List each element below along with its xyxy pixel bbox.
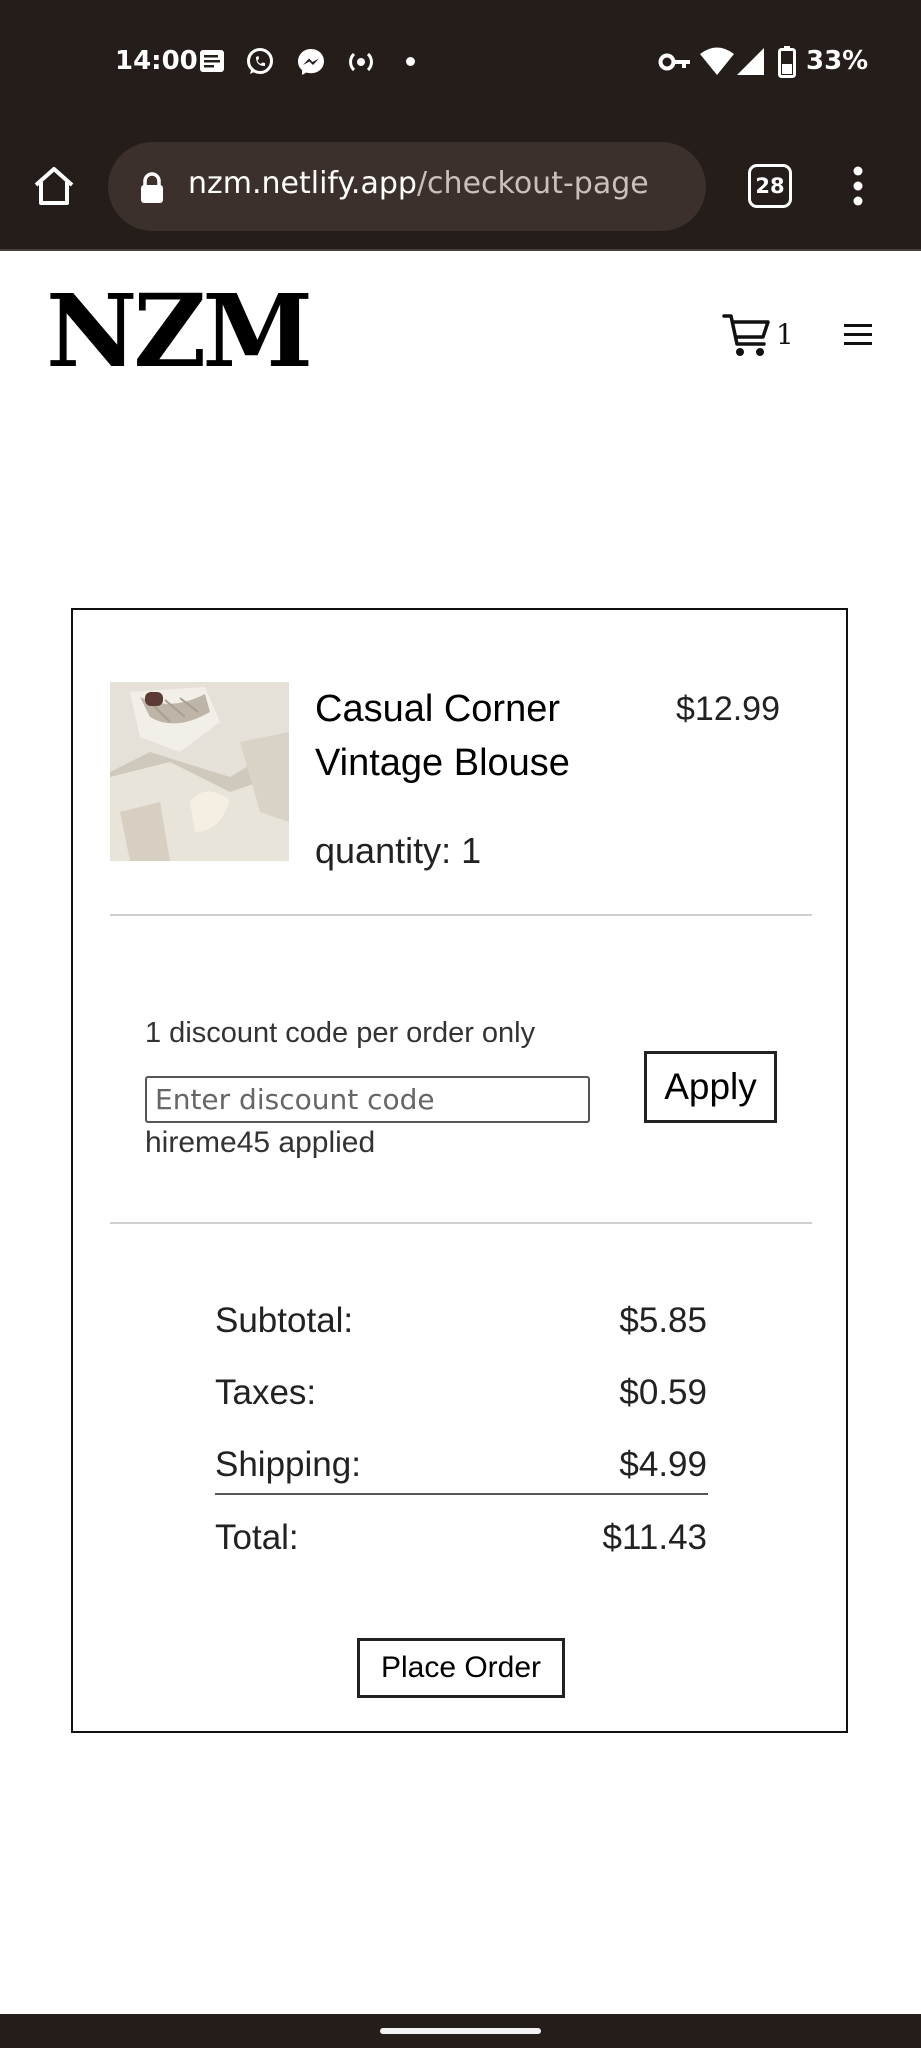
- product-quantity: quantity: 1: [315, 830, 482, 871]
- signal-icon: [734, 45, 766, 77]
- subtotal-value: $5.85: [619, 1301, 707, 1340]
- taxes-label: Taxes:: [215, 1373, 317, 1412]
- taxes-value: $0.59: [619, 1373, 707, 1412]
- home-icon[interactable]: [28, 160, 80, 212]
- product-name[interactable]: Casual Corner Vintage Blouse: [315, 682, 615, 790]
- shipping-value: $4.99: [619, 1445, 707, 1484]
- battery-icon: [777, 45, 797, 79]
- menu-icon[interactable]: [842, 320, 874, 350]
- discount-code-input[interactable]: [145, 1076, 590, 1123]
- url-text[interactable]: nzm.netlify.app/checkout-page: [188, 166, 649, 201]
- dot-icon: [406, 57, 415, 66]
- product-price: $12.99: [676, 690, 780, 728]
- shipping-label: Shipping:: [215, 1445, 361, 1484]
- discount-note: 1 discount code per order only: [145, 1017, 536, 1049]
- divider: [110, 1222, 812, 1224]
- total-label: Total:: [215, 1518, 299, 1557]
- product-image[interactable]: [110, 682, 289, 861]
- summary-divider: [215, 1493, 708, 1495]
- vpn-key-icon: [658, 50, 692, 74]
- total-value: $11.43: [602, 1518, 707, 1557]
- status-time: 14:00: [115, 46, 198, 76]
- messenger-icon: [295, 46, 327, 78]
- divider: [110, 914, 812, 916]
- discount-status: hireme45 applied: [145, 1126, 376, 1159]
- url-path: /checkout-page: [416, 166, 649, 201]
- apply-discount-button[interactable]: Apply: [644, 1051, 777, 1123]
- lock-icon: [138, 171, 166, 205]
- place-order-button[interactable]: Place Order: [357, 1638, 565, 1698]
- more-vert-icon[interactable]: [844, 164, 872, 208]
- chrome-divider: [0, 249, 921, 251]
- cart-icon[interactable]: [722, 310, 772, 360]
- url-domain: nzm.netlify.app: [188, 166, 417, 201]
- tab-switcher-button[interactable]: 28: [748, 164, 792, 208]
- cart-count[interactable]: 1: [776, 318, 794, 351]
- wifi-icon: [699, 45, 735, 77]
- hotspot-icon: [344, 48, 378, 76]
- notes-icon: [198, 47, 226, 75]
- home-gesture-handle[interactable]: [380, 2028, 541, 2034]
- battery-percent: 33%: [806, 46, 869, 76]
- site-logo[interactable]: NZM: [46, 276, 313, 386]
- whatsapp-icon: [244, 46, 276, 78]
- subtotal-label: Subtotal:: [215, 1301, 354, 1340]
